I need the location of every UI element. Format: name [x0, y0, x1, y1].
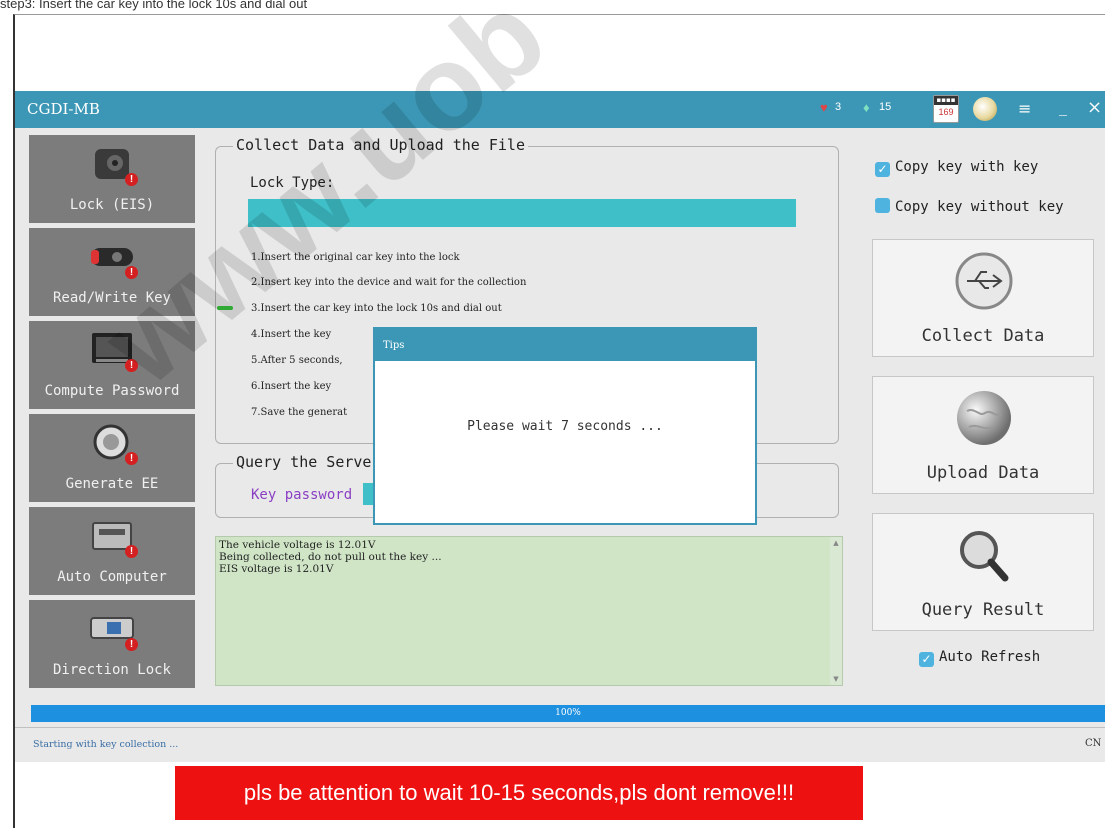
diamonds-count: 15: [879, 101, 892, 113]
caption-text: step3: Insert the car key into the lock …: [0, 0, 308, 11]
step-6: 6.Insert the key: [251, 381, 332, 392]
query-result-button[interactable]: Query Result: [872, 513, 1094, 631]
upload-data-button[interactable]: Upload Data: [872, 376, 1094, 494]
sidebar-item-label: Direction Lock: [52, 662, 171, 678]
user-avatar-icon[interactable]: [973, 97, 997, 121]
close-icon[interactable]: ×: [1087, 97, 1102, 118]
auto-refresh-label: Auto Refresh: [939, 649, 1041, 665]
error-badge-icon: !: [125, 545, 138, 558]
log-line: Being collected, do not pull out the key…: [219, 551, 442, 563]
hearts-count: 3: [835, 101, 842, 113]
collect-data-label: Collect Data: [921, 326, 1045, 346]
usb-icon: [955, 252, 1013, 310]
globe-icon: [957, 391, 1011, 445]
error-badge-icon: !: [125, 638, 138, 651]
heart-icon: ♥: [820, 100, 828, 115]
app-window: CGDI-MB ♥ 3 ♦ 15 ▪▪▪▪ 169 ≡ _ × ! Lock (…: [15, 91, 1105, 762]
scroll-up-icon[interactable]: ▲: [830, 537, 842, 549]
status-text: Starting with key collection ...: [33, 739, 179, 750]
checkbox-checked-icon: ✓: [919, 652, 934, 667]
diamond-icon: ♦: [863, 100, 870, 115]
tips-dialog-header: Tips: [375, 329, 755, 361]
query-server-legend: Query the Serve: [233, 453, 375, 471]
language-indicator[interactable]: CN: [1085, 738, 1101, 749]
magnifier-icon: [960, 531, 1009, 582]
sidebar-item-auto-computer[interactable]: ! Auto Computer: [29, 507, 195, 595]
copy-without-key-checkbox[interactable]: Copy key without key: [875, 198, 1064, 215]
tips-dialog-title: Tips: [383, 340, 405, 351]
collect-data-button[interactable]: Collect Data: [872, 239, 1094, 357]
auto-refresh-checkbox[interactable]: ✓ Auto Refresh: [919, 649, 1040, 667]
error-badge-icon: !: [125, 173, 138, 186]
log-output: The vehicle voltage is 12.01V Being coll…: [215, 536, 843, 686]
title-bar: CGDI-MB ♥ 3 ♦ 15 ▪▪▪▪ 169 ≡ _ ×: [15, 91, 1105, 128]
copy-with-key-label: Copy key with key: [895, 159, 1039, 175]
scroll-down-icon[interactable]: ▼: [830, 673, 842, 685]
window-title: CGDI-MB: [27, 100, 100, 118]
progress-label: 100%: [555, 708, 581, 718]
error-badge-icon: !: [125, 452, 138, 465]
step-5: 5.After 5 seconds,: [251, 355, 343, 366]
key-password-label: Key password: [251, 487, 353, 503]
sidebar-item-label: Auto Computer: [57, 569, 167, 585]
calendar-icon[interactable]: ▪▪▪▪ 169: [933, 95, 959, 123]
copy-without-key-label: Copy key without key: [895, 199, 1064, 215]
progress-bar: 100%: [31, 705, 1105, 722]
sidebar-item-generate-ee[interactable]: ! Generate EE: [29, 414, 195, 502]
checkbox-unchecked-icon: [875, 198, 890, 213]
status-divider: [15, 727, 1105, 728]
upload-data-label: Upload Data: [926, 463, 1040, 483]
step-7: 7.Save the generat: [251, 407, 348, 418]
sidebar-item-label: Lock (EIS): [69, 197, 155, 213]
checkbox-checked-icon: ✓: [875, 162, 890, 177]
minimize-icon[interactable]: _: [1059, 97, 1067, 116]
copy-with-key-checkbox[interactable]: ✓ Copy key with key: [875, 159, 1038, 177]
sidebar-item-direction-lock[interactable]: ! Direction Lock: [29, 600, 195, 688]
log-line: The vehicle voltage is 12.01V: [219, 539, 376, 551]
tips-dialog-message: Please wait 7 seconds ...: [467, 419, 663, 434]
sidebar-item-label: Generate EE: [65, 476, 159, 492]
log-scrollbar[interactable]: ▲ ▼: [830, 537, 842, 685]
query-result-label: Query Result: [921, 600, 1045, 620]
step-4: 4.Insert the key: [251, 329, 332, 340]
warning-banner: pls be attention to wait 10-15 seconds,p…: [175, 766, 863, 820]
calendar-day: 169: [938, 107, 954, 117]
tips-dialog: Tips Please wait 7 seconds ...: [373, 327, 757, 525]
sidebar-item-lock-eis[interactable]: ! Lock (EIS): [29, 135, 195, 223]
log-line: EIS voltage is 12.01V: [219, 563, 334, 575]
menu-icon[interactable]: ≡: [1018, 99, 1031, 118]
